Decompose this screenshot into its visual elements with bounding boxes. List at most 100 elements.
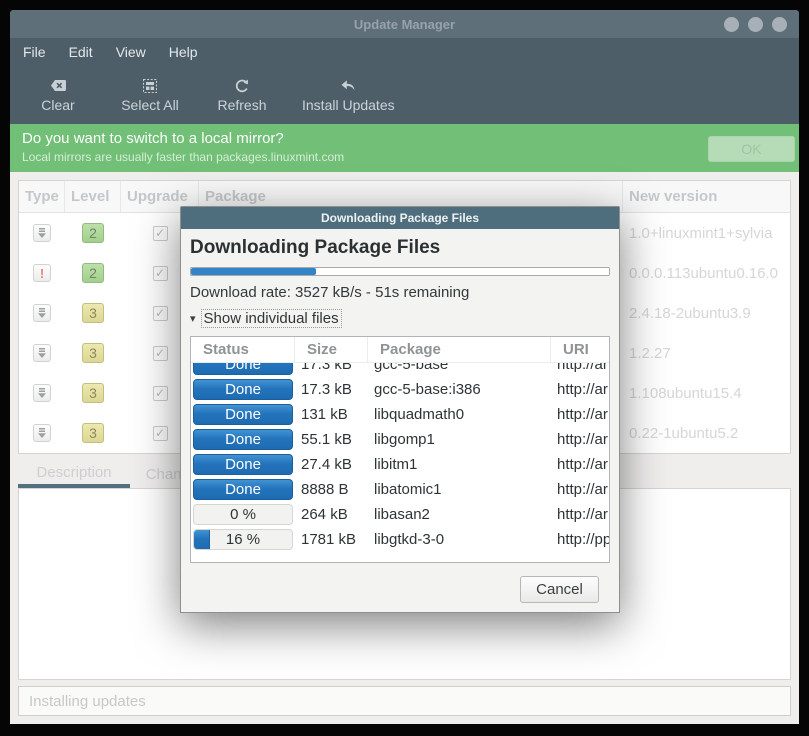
file-uri: http://pp: [551, 531, 609, 548]
file-row: Done 17.3 kB gcc-5-base http://ar: [191, 363, 609, 377]
file-size: 55.1 kB: [295, 431, 368, 448]
close-icon[interactable]: [772, 17, 787, 32]
dialog-title: Downloading Package Files: [321, 211, 479, 225]
mirror-banner: Do you want to switch to a local mirror?…: [10, 124, 799, 172]
col-type[interactable]: Type: [19, 181, 65, 212]
download-progress-fill: [191, 268, 316, 275]
toolbar: Clear Select All Refresh Install Updates: [10, 66, 799, 124]
file-size: 1781 kB: [295, 531, 368, 548]
file-size: 131 kB: [295, 406, 368, 423]
menu-help[interactable]: Help: [169, 44, 198, 60]
file-size: 27.4 kB: [295, 456, 368, 473]
window-title: Update Manager: [354, 17, 455, 32]
col-file-package[interactable]: Package: [368, 337, 551, 362]
file-uri: http://ar: [551, 431, 609, 448]
cancel-button[interactable]: Cancel: [520, 576, 599, 603]
level-badge: 2: [82, 263, 104, 283]
banner-note: Local mirrors are usually faster than pa…: [22, 150, 344, 164]
window-controls: [724, 10, 787, 38]
upgrade-checkbox[interactable]: [153, 226, 168, 241]
menu-edit[interactable]: Edit: [69, 44, 93, 60]
security-update-icon: !: [33, 264, 51, 282]
upgrade-checkbox[interactable]: [153, 266, 168, 281]
download-rate-text: Download rate: 3527 kB/s - 51s remaining: [190, 284, 610, 301]
status-progress: Done: [193, 404, 293, 425]
file-package: libasan2: [368, 506, 551, 523]
upgrade-checkbox[interactable]: [153, 426, 168, 441]
file-package: gcc-5-base:i386: [368, 381, 551, 398]
file-uri: http://ar: [551, 506, 609, 523]
file-row: Done 55.1 kB libgomp1 http://ar: [191, 427, 609, 452]
file-uri: http://ar: [551, 406, 609, 423]
file-uri: http://ar: [551, 456, 609, 473]
col-level[interactable]: Level: [65, 181, 121, 212]
refresh-icon: [234, 77, 250, 94]
file-uri: http://ar: [551, 481, 609, 498]
file-uri: http://ar: [551, 363, 609, 373]
software-update-icon: [33, 424, 51, 442]
status-progress-fill: [194, 530, 210, 549]
file-row: 0 % 264 kB libasan2 http://ar: [191, 502, 609, 527]
level-badge: 3: [82, 303, 104, 323]
status-progress: 16 %: [193, 529, 293, 550]
banner-ok-button[interactable]: OK: [708, 136, 795, 162]
status-progress: 0 %: [193, 504, 293, 525]
file-uri: http://ar: [551, 381, 609, 398]
col-new-version[interactable]: New version: [623, 181, 790, 212]
file-package: libquadmath0: [368, 406, 551, 423]
new-version-value: 2.4.18-2ubuntu3.9: [623, 305, 790, 322]
file-package: libatomic1: [368, 481, 551, 498]
dialog-titlebar[interactable]: Downloading Package Files: [181, 207, 619, 229]
clear-icon: [50, 77, 67, 94]
file-size: 17.3 kB: [295, 363, 368, 373]
download-progressbar: [190, 267, 610, 276]
menu-bar: File Edit View Help: [10, 38, 799, 66]
clear-label: Clear: [41, 97, 74, 113]
status-text: Installing updates: [29, 693, 146, 710]
file-row: Done 27.4 kB libitm1 http://ar: [191, 452, 609, 477]
file-row: Done 17.3 kB gcc-5-base:i386 http://ar: [191, 377, 609, 402]
minimize-icon[interactable]: [724, 17, 739, 32]
software-update-icon: [33, 384, 51, 402]
status-progress: Done: [193, 479, 293, 500]
tab-description[interactable]: Description: [18, 460, 130, 488]
refresh-button[interactable]: Refresh: [210, 77, 274, 113]
files-table-rows[interactable]: Done 17.3 kB gcc-5-base http://ar Done 1…: [191, 363, 609, 562]
titlebar[interactable]: Update Manager: [10, 10, 799, 38]
level-badge: 3: [82, 383, 104, 403]
install-updates-icon: [340, 77, 357, 94]
show-files-expander[interactable]: ▾ Show individual files: [190, 309, 610, 328]
software-update-icon: [33, 224, 51, 242]
col-status[interactable]: Status: [191, 337, 295, 362]
select-all-icon: [142, 77, 158, 94]
col-size[interactable]: Size: [295, 337, 368, 362]
status-progress: Done: [193, 363, 293, 375]
level-badge: 2: [82, 223, 104, 243]
dialog-body: Downloading Package Files Download rate:…: [181, 229, 619, 612]
upgrade-checkbox[interactable]: [153, 306, 168, 321]
menu-view[interactable]: View: [116, 44, 146, 60]
menu-file[interactable]: File: [23, 44, 46, 60]
select-all-button[interactable]: Select All: [118, 77, 182, 113]
file-package: libgomp1: [368, 431, 551, 448]
upgrade-checkbox[interactable]: [153, 346, 168, 361]
refresh-label: Refresh: [217, 97, 266, 113]
software-update-icon: [33, 304, 51, 322]
clear-button[interactable]: Clear: [26, 77, 90, 113]
level-badge: 3: [82, 423, 104, 443]
file-package: libitm1: [368, 456, 551, 473]
file-row: 16 % 1781 kB libgtkd-3-0 http://pp: [191, 527, 609, 552]
col-uri[interactable]: URI: [551, 337, 609, 362]
install-updates-button[interactable]: Install Updates: [302, 77, 395, 113]
status-progress: Done: [193, 429, 293, 450]
file-size: 264 kB: [295, 506, 368, 523]
download-dialog: Downloading Package Files Downloading Pa…: [180, 206, 620, 613]
new-version-value: 0.22-1ubuntu5.2: [623, 425, 790, 442]
upgrade-checkbox[interactable]: [153, 386, 168, 401]
chevron-down-icon: ▾: [190, 312, 196, 325]
new-version-value: 0.0.0.113ubuntu0.16.0: [623, 265, 790, 282]
maximize-icon[interactable]: [748, 17, 763, 32]
status-progress: Done: [193, 379, 293, 400]
file-size: 17.3 kB: [295, 381, 368, 398]
file-package: gcc-5-base: [368, 363, 551, 373]
